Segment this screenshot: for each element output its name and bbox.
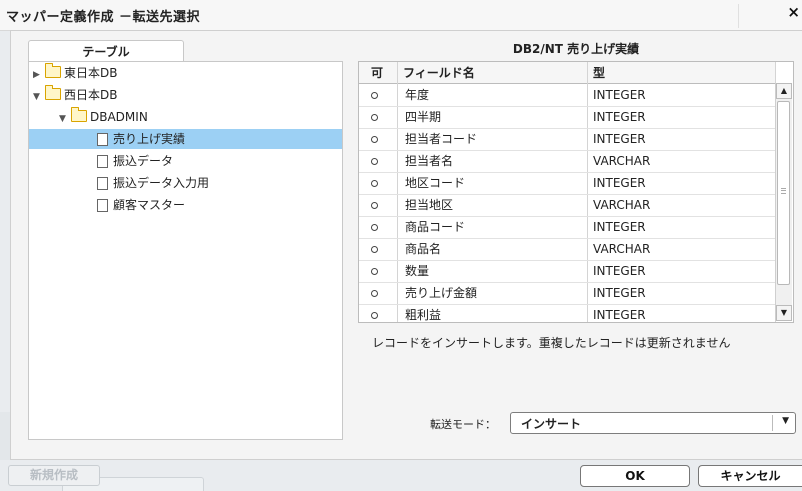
folder-icon (45, 63, 61, 78)
table-row[interactable]: 担当者コード INTEGER (359, 128, 775, 150)
chevron-down-icon[interactable]: ▼ (782, 416, 789, 426)
mode-description: レコードをインサートします。重複したレコードは更新されません (372, 336, 731, 350)
field-name-cell: 地区コード (405, 176, 466, 190)
type-cell: INTEGER (593, 286, 646, 300)
field-name-cell: 担当地区 (405, 198, 454, 212)
field-name-cell: 商品名 (405, 242, 442, 256)
scroll-up-icon[interactable]: ▲ (776, 83, 792, 99)
table-icon (97, 133, 108, 146)
tree-item-transfer-data[interactable]: 振込データ (97, 151, 173, 171)
enabled-circle-icon[interactable] (371, 136, 378, 143)
grip-icon (781, 188, 786, 194)
enabled-circle-icon[interactable] (371, 246, 378, 253)
table-icon (97, 155, 108, 168)
type-cell: VARCHAR (593, 198, 651, 212)
transfer-mode-select[interactable]: インサート ▼ (510, 412, 796, 434)
field-name-cell: 数量 (405, 264, 430, 278)
tree-item-east-db[interactable]: ▶ 東日本DB (33, 63, 117, 83)
type-cell: INTEGER (593, 88, 646, 102)
tree-item-dbadmin[interactable]: ▼ DBADMIN (59, 107, 148, 127)
enabled-circle-icon[interactable] (371, 224, 378, 231)
tree-item-label: 売り上げ実績 (113, 132, 186, 146)
table-row[interactable]: 四半期 INTEGER (359, 106, 775, 128)
tree-item-label: 顧客マスター (113, 198, 186, 212)
table-row[interactable]: 担当者名 VARCHAR (359, 150, 775, 172)
table-row[interactable]: 地区コード INTEGER (359, 172, 775, 194)
enabled-circle-icon[interactable] (371, 202, 378, 209)
enabled-circle-icon[interactable] (371, 158, 378, 165)
table-row[interactable]: 担当地区 VARCHAR (359, 194, 775, 216)
enabled-circle-icon[interactable] (371, 114, 378, 121)
enabled-circle-icon[interactable] (371, 268, 378, 275)
tree-panel: ▶ 東日本DB ▼ 西日本DB ▼ DBADMIN 売り上げ実績 振込データ 振込デー… (28, 61, 343, 440)
enabled-circle-icon[interactable] (371, 92, 378, 99)
select-divider (772, 415, 773, 431)
tree-item-west-db[interactable]: ▼ 西日本DB (33, 85, 117, 105)
scroll-thumb[interactable] (777, 101, 790, 285)
tree-item-label: DBADMIN (90, 110, 148, 124)
expand-arrow-icon[interactable]: ▶ (33, 65, 45, 85)
tree-item-sales-results[interactable]: 売り上げ実績 (29, 129, 342, 149)
tree-item-label: 西日本DB (64, 88, 118, 102)
field-name-cell: 年度 (405, 88, 430, 102)
window-title: マッパー定義作成 －転送先選択 (6, 10, 201, 25)
close-icon[interactable]: × (787, 3, 800, 21)
table-row[interactable]: 数量 INTEGER (359, 260, 775, 282)
new-button[interactable]: 新規作成 (8, 465, 100, 486)
type-cell: INTEGER (593, 220, 646, 234)
tree-item-customer-master[interactable]: 顧客マスター (97, 195, 185, 215)
table-row[interactable]: 粗利益 INTEGER (359, 304, 775, 322)
field-name-cell: 粗利益 (405, 308, 442, 322)
field-name-cell: 商品コード (405, 220, 466, 234)
enabled-circle-icon[interactable] (371, 312, 378, 319)
transfer-mode-value: インサート (521, 417, 582, 431)
type-cell: INTEGER (593, 176, 646, 190)
table-scrollbar[interactable]: ▲ ▼ (775, 83, 792, 321)
tree-item-transfer-input[interactable]: 振込データ入力用 (97, 173, 209, 193)
enabled-circle-icon[interactable] (371, 290, 378, 297)
enabled-circle-icon[interactable] (371, 180, 378, 187)
table-icon (97, 199, 108, 212)
ok-button[interactable]: OK (580, 465, 690, 487)
type-cell: VARCHAR (593, 154, 651, 168)
type-cell: INTEGER (593, 308, 646, 322)
header-enabled[interactable]: 可 (371, 62, 391, 84)
table-icon (97, 177, 108, 190)
field-name-cell: 担当者コード (405, 132, 478, 146)
table-row[interactable]: 商品コード INTEGER (359, 216, 775, 238)
table-row[interactable]: 売り上げ金額 INTEGER (359, 282, 775, 304)
tab-table[interactable]: テーブル (28, 40, 184, 62)
type-cell: INTEGER (593, 110, 646, 124)
folder-open-icon (71, 107, 87, 122)
collapse-arrow-icon[interactable]: ▼ (59, 109, 71, 129)
cancel-button[interactable]: キャンセル (698, 465, 802, 487)
field-table: 可 フィールド名 型 年度 INTEGER 四半期 INTEGER 担当者コード IN… (358, 61, 794, 323)
tree-item-label: 振込データ入力用 (113, 176, 210, 190)
folder-open-icon (45, 85, 61, 100)
type-cell: VARCHAR (593, 242, 651, 256)
scroll-down-icon[interactable]: ▼ (776, 305, 792, 321)
collapse-arrow-icon[interactable]: ▼ (33, 87, 45, 107)
type-cell: INTEGER (593, 264, 646, 278)
tree-item-label: 振込データ (113, 154, 174, 168)
type-cell: INTEGER (593, 132, 646, 146)
transfer-mode-label: 転送モード： (430, 418, 496, 431)
table-row[interactable]: 商品名 VARCHAR (359, 238, 775, 260)
header-type[interactable]: 型 (593, 62, 743, 84)
field-name-cell: 四半期 (405, 110, 442, 124)
table-row[interactable]: 年度 INTEGER (359, 84, 775, 106)
field-name-cell: 担当者名 (405, 154, 454, 168)
title-divider (738, 4, 739, 28)
table-title: DB2/NT 売り上げ実績 (512, 42, 640, 56)
field-name-cell: 売り上げ金額 (405, 286, 478, 300)
tree-item-label: 東日本DB (64, 66, 118, 80)
header-field-name[interactable]: フィールド名 (403, 62, 583, 84)
title-bar: マッパー定義作成 －転送先選択 × (0, 0, 802, 31)
